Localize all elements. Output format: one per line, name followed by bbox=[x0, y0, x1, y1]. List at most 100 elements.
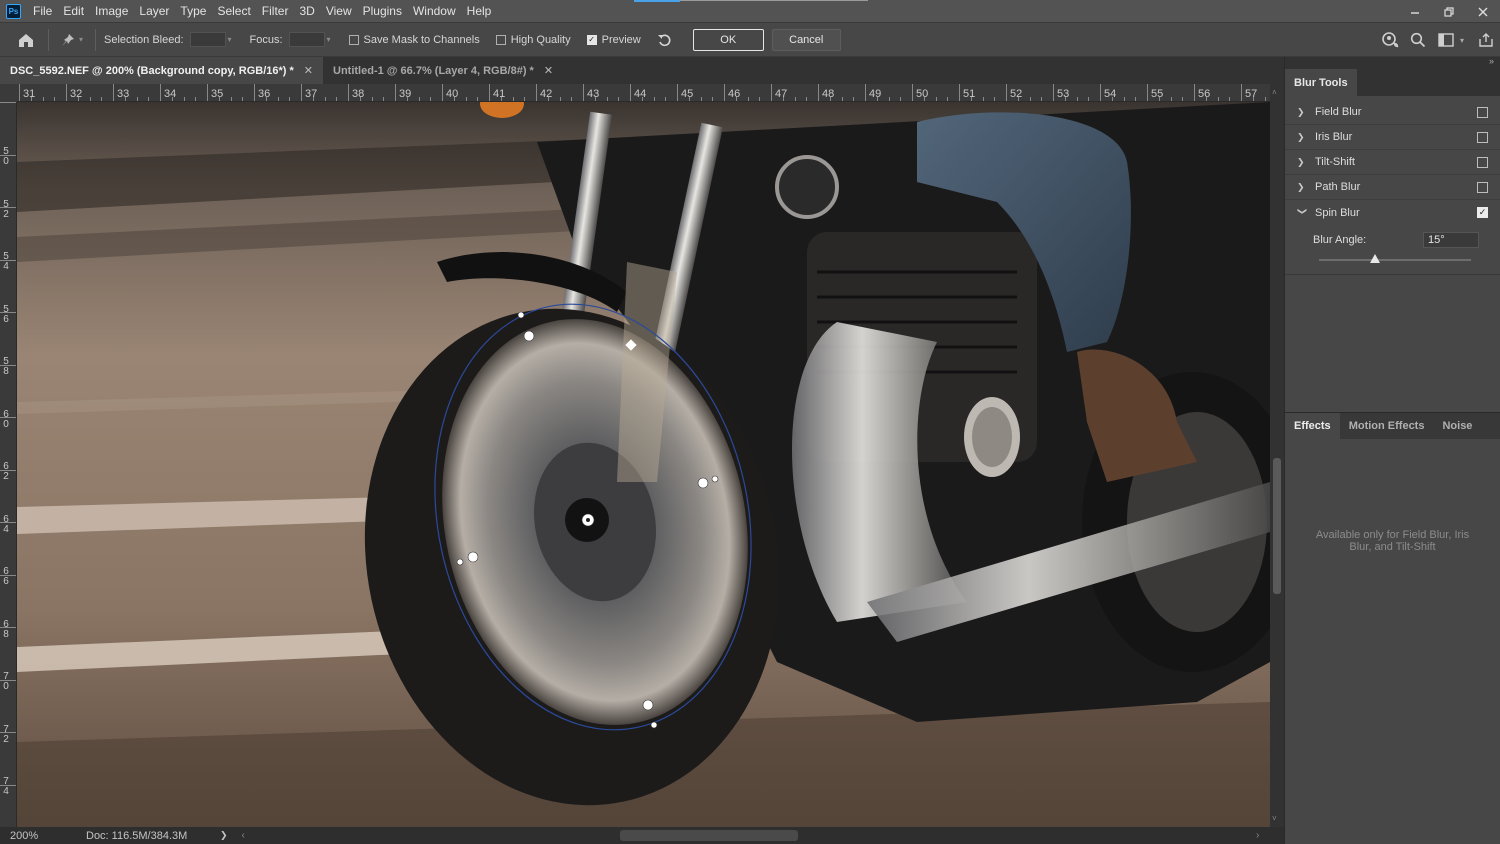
share-icon[interactable] bbox=[1472, 32, 1500, 48]
close-tab-icon[interactable]: ✕ bbox=[304, 64, 313, 77]
close-tab-icon[interactable]: ✕ bbox=[544, 64, 553, 77]
focus-dropdown-icon[interactable]: ▾ bbox=[327, 35, 337, 44]
document-tab-dsc5592[interactable]: DSC_5592.NEF @ 200% (Background copy, RG… bbox=[0, 57, 323, 84]
save-mask-checkbox[interactable]: Save Mask to Channels bbox=[348, 34, 480, 46]
path-blur-checkbox[interactable] bbox=[1477, 182, 1488, 193]
learn-icon[interactable] bbox=[1376, 31, 1404, 49]
image-canvas[interactable] bbox=[17, 102, 1270, 827]
tilt-shift-checkbox[interactable] bbox=[1477, 157, 1488, 168]
menu-3d[interactable]: 3D bbox=[299, 4, 314, 18]
focus-input[interactable] bbox=[288, 32, 325, 47]
chevron-down-icon[interactable]: ❯ bbox=[1297, 208, 1308, 218]
field-blur-checkbox[interactable] bbox=[1477, 107, 1488, 118]
preview-checkbox-box[interactable]: ✓ bbox=[586, 34, 597, 45]
slider-thumb[interactable] bbox=[1370, 254, 1381, 263]
ruler-label: 32 bbox=[70, 88, 83, 100]
horizontal-scroll-thumb[interactable] bbox=[620, 830, 798, 841]
high-quality-checkbox-box[interactable] bbox=[495, 34, 506, 45]
preview-checkbox[interactable]: ✓ Preview bbox=[586, 34, 641, 46]
ruler-tick bbox=[771, 84, 772, 101]
menu-view[interactable]: View bbox=[326, 4, 352, 18]
slider-track[interactable] bbox=[1319, 259, 1471, 261]
status-menu-arrow-icon[interactable]: ❯ bbox=[220, 830, 228, 841]
menu-window[interactable]: Window bbox=[413, 4, 456, 18]
ruler-minor-tick bbox=[324, 97, 326, 101]
blur-tool-spin-blur[interactable]: ❯ Spin Blur ✓ bbox=[1285, 200, 1500, 225]
document-tab-untitled1[interactable]: Untitled-1 @ 66.7% (Layer 4, RGB/8#) * ✕ bbox=[323, 57, 563, 84]
menu-type[interactable]: Type bbox=[180, 4, 206, 18]
blur-pin-tool-icon[interactable] bbox=[57, 32, 79, 48]
restore-icon[interactable] bbox=[1432, 0, 1466, 23]
menu-plugins[interactable]: Plugins bbox=[363, 4, 402, 18]
tab-effects[interactable]: Effects bbox=[1285, 413, 1340, 439]
ruler-tick bbox=[1241, 84, 1242, 101]
home-icon[interactable] bbox=[12, 32, 40, 48]
vertical-scroll-thumb[interactable] bbox=[1273, 458, 1281, 594]
scroll-right-icon[interactable]: › bbox=[1256, 830, 1259, 841]
menu-filter[interactable]: Filter bbox=[262, 4, 289, 18]
scroll-down-icon[interactable]: ˅ bbox=[1272, 814, 1277, 823]
save-mask-checkbox-box[interactable] bbox=[348, 34, 359, 45]
ruler-tick bbox=[959, 84, 960, 101]
tab-blur-tools[interactable]: Blur Tools bbox=[1285, 69, 1357, 96]
collapse-panel-icon[interactable]: » bbox=[1489, 56, 1494, 66]
ruler-minor-tick bbox=[289, 97, 291, 101]
workspace-dropdown-icon[interactable]: ▾ bbox=[1460, 36, 1472, 45]
menu-layer[interactable]: Layer bbox=[139, 4, 169, 18]
ruler-minor-tick bbox=[1111, 97, 1113, 101]
workspace-layout-icon[interactable] bbox=[1432, 33, 1460, 47]
ruler-tick bbox=[1194, 84, 1195, 101]
blur-angle-label: Blur Angle: bbox=[1313, 234, 1367, 246]
spin-blur-checkbox[interactable]: ✓ bbox=[1477, 207, 1488, 218]
ruler-tick bbox=[0, 469, 16, 471]
ruler-minor-tick bbox=[277, 97, 279, 101]
blur-tool-label: Spin Blur bbox=[1315, 206, 1360, 219]
menu-select[interactable]: Select bbox=[217, 4, 250, 18]
tool-dropdown-icon[interactable]: ▾ bbox=[79, 35, 83, 44]
cancel-button[interactable]: Cancel bbox=[771, 28, 841, 51]
selection-bleed-dropdown-icon[interactable]: ▾ bbox=[228, 35, 238, 44]
blur-tool-path-blur[interactable]: ❯ Path Blur bbox=[1285, 175, 1500, 200]
ruler-minor-tick bbox=[759, 97, 761, 101]
ruler-label: 5 0 bbox=[3, 146, 9, 167]
menu-image[interactable]: Image bbox=[95, 4, 128, 18]
chevron-right-icon[interactable]: ❯ bbox=[1297, 107, 1315, 118]
effects-unavailable-note: Available only for Field Blur, Iris Blur… bbox=[1315, 529, 1470, 553]
search-icon[interactable] bbox=[1404, 32, 1432, 48]
progress-strip bbox=[634, 0, 680, 2]
chevron-right-icon[interactable]: ❯ bbox=[1297, 157, 1315, 168]
blur-tool-field-blur[interactable]: ❯ Field Blur bbox=[1285, 100, 1500, 125]
scroll-up-icon[interactable]: ˄ bbox=[1272, 88, 1277, 97]
chevron-right-icon[interactable]: ❯ bbox=[1297, 132, 1315, 143]
zoom-level[interactable]: 200% bbox=[10, 830, 80, 842]
menu-help[interactable]: Help bbox=[467, 4, 492, 18]
ruler-minor-tick bbox=[406, 97, 408, 101]
chevron-right-icon[interactable]: ❯ bbox=[1297, 182, 1315, 193]
tab-noise[interactable]: Noise bbox=[1433, 413, 1481, 439]
tab-motion-effects[interactable]: Motion Effects bbox=[1340, 413, 1434, 439]
scroll-left-icon[interactable]: ‹ bbox=[242, 830, 245, 841]
ruler-minor-tick bbox=[1017, 97, 1019, 101]
ruler-label: 37 bbox=[305, 88, 318, 100]
menu-file[interactable]: File bbox=[33, 4, 52, 18]
horizontal-ruler: 31 32 33 34 35 36 37 38 39 40 41 42 43 44 45 46 47 48 49 50… bbox=[17, 84, 1270, 102]
ruler-label: 46 bbox=[728, 88, 741, 100]
close-icon[interactable] bbox=[1466, 0, 1500, 23]
blur-tool-iris-blur[interactable]: ❯ Iris Blur bbox=[1285, 125, 1500, 150]
reset-pins-icon[interactable] bbox=[653, 32, 677, 48]
iris-blur-checkbox[interactable] bbox=[1477, 132, 1488, 143]
minimize-icon[interactable] bbox=[1398, 0, 1432, 23]
ruler-tick bbox=[912, 84, 913, 101]
ruler-label: 5 6 bbox=[3, 303, 9, 325]
selection-bleed-input[interactable] bbox=[189, 32, 226, 47]
menu-edit[interactable]: Edit bbox=[63, 4, 84, 18]
blur-tools-panel: » Blur Tools ❯ Field Blur ❯ Iris Blur ❯ … bbox=[1284, 56, 1500, 844]
blur-angle-slider[interactable] bbox=[1285, 254, 1500, 275]
blur-angle-input[interactable]: 15° bbox=[1423, 232, 1479, 248]
vertical-scrollbar[interactable]: ˄ ˅ bbox=[1270, 84, 1284, 827]
ok-button[interactable]: OK bbox=[692, 28, 764, 51]
high-quality-checkbox[interactable]: High Quality bbox=[495, 34, 571, 46]
ruler-label: 55 bbox=[1151, 88, 1164, 100]
ruler-tick bbox=[724, 84, 725, 101]
blur-tool-tilt-shift[interactable]: ❯ Tilt-Shift bbox=[1285, 150, 1500, 175]
